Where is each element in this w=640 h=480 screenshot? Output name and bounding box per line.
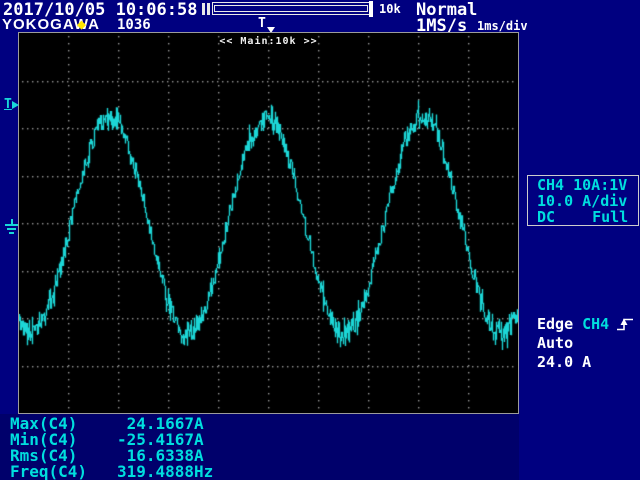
memory-bar-fill — [214, 5, 368, 12]
timebase-label: 1ms/div — [477, 19, 528, 33]
measurement-value: 319.4888 — [116, 462, 194, 480]
rising-edge-icon — [617, 318, 634, 331]
ground-marker-icon — [5, 219, 18, 234]
trigger-level-marker: T — [4, 98, 19, 111]
model-number: 1036 — [117, 17, 151, 33]
memory-bar-cap-icon — [202, 3, 205, 15]
acquisition-memory-bar — [202, 1, 380, 17]
measurement-label: Freq(C4) — [10, 462, 88, 480]
measurements-panel: Max(C4) 24.1667 A Min(C4) -25.4167 A Rms(C4)… — [10, 416, 213, 480]
memory-position-cursor — [369, 1, 373, 17]
channel-scale-label: 10.0 A/div — [537, 192, 628, 210]
trigger-level-letter: T — [4, 97, 12, 112]
main-window-label: << Main:10k >> — [219, 36, 318, 47]
channel-bandwidth-label: Full — [592, 208, 629, 226]
graticule: << Main:10k >> — [18, 32, 519, 414]
brand-diamond-icon: ◆ — [77, 15, 87, 33]
trigger-level-value: 24.0 A — [537, 353, 592, 371]
channel-coupling-label: DC — [537, 208, 556, 226]
memory-bar-frame — [212, 2, 370, 15]
measurement-unit: Hz — [194, 462, 214, 480]
trigger-type-label: Edge — [537, 315, 574, 333]
waveform-canvas — [19, 33, 518, 413]
trigger-info-panel: Edge CH4 Auto 24.0 A — [537, 315, 634, 372]
memory-size-label: 10k — [379, 2, 401, 16]
measurement-row: Freq(C4) 319.4888 Hz — [10, 464, 213, 480]
trigger-position-marker: T — [258, 16, 266, 31]
channel-source-label: CH4 10A:1V — [537, 176, 628, 194]
channel-info-panel: CH4 10A:1V 10.0 A/div DC Full — [527, 175, 639, 226]
memory-bar-cap-icon — [207, 3, 210, 15]
trigger-mode-auto-label: Auto — [537, 334, 574, 352]
oscilloscope-screen: 2017/10/05 10:06:58 YOKOGAWA ◆ 1036 10k … — [0, 0, 640, 480]
trigger-level-arrow-icon — [11, 101, 19, 109]
trigger-source-label: CH4 — [582, 315, 610, 333]
